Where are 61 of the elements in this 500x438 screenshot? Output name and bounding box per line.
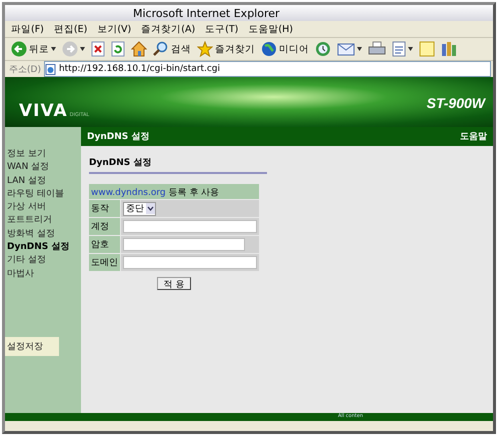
sidebar-item[interactable]: 기타 설정 — [5, 253, 81, 267]
password-field[interactable] — [123, 238, 245, 251]
globe-icon — [261, 41, 277, 57]
address-field[interactable]: http://192.168.10.1/cgi-bin/start.cgi — [44, 61, 491, 77]
apply-button[interactable]: 적 용 — [157, 277, 191, 290]
media-button[interactable]: 미디어 — [259, 39, 311, 59]
sidebar-item[interactable]: DynDNS 설정 — [5, 240, 81, 254]
menu-item[interactable]: 보기(V) — [97, 22, 132, 36]
section-title: DynDNS 설정 — [89, 156, 267, 174]
page-icon — [44, 64, 56, 74]
refresh-button[interactable] — [109, 39, 127, 59]
sidebar-item[interactable]: 가상 서버 — [5, 200, 81, 214]
envelope-icon — [337, 41, 355, 57]
address-label: 주소(D) — [9, 64, 41, 76]
document-icon — [392, 41, 406, 57]
field-label: 암호 — [89, 236, 120, 253]
input-field[interactable] — [123, 220, 257, 233]
model-name: ST-900W — [426, 95, 485, 111]
sidebar-item[interactable]: 마법사 — [5, 266, 81, 280]
logo: VIVA — [19, 101, 68, 121]
sidebar-item[interactable]: LAN 설정 — [5, 174, 81, 187]
home-icon — [131, 41, 147, 57]
favorites-button[interactable]: 즐겨찾기 — [195, 39, 257, 59]
sidebar-item[interactable]: 정보 보기 — [5, 147, 81, 160]
page-title: DynDNS 설정 — [87, 131, 150, 143]
notice-text: www.dyndns.org 등록 후 사용 — [89, 184, 259, 199]
books-icon — [441, 41, 457, 57]
star-icon — [197, 41, 213, 57]
input-field[interactable] — [123, 256, 257, 269]
note-icon — [419, 41, 435, 57]
save-settings-button[interactable]: 설정저장 — [5, 336, 59, 356]
note-button[interactable] — [417, 39, 437, 59]
action-select[interactable]: 중단 — [123, 202, 156, 216]
printer-icon — [368, 41, 386, 57]
sidebar-item[interactable]: 라우팅 테이블 — [5, 186, 81, 200]
field-label: 도메인 — [89, 254, 120, 271]
home-button[interactable] — [129, 39, 149, 59]
field-label: 계정 — [89, 218, 120, 235]
menu-item[interactable]: 도구(T) — [205, 22, 238, 36]
history-button[interactable] — [313, 39, 333, 59]
menu-item[interactable]: 편집(E) — [54, 22, 88, 36]
dyndns-link[interactable]: www.dyndns.org — [91, 188, 166, 198]
window-title: Microsoft Internet Explorer — [133, 6, 280, 20]
history-icon — [315, 41, 331, 57]
menu-item[interactable]: 즐겨찾기(A) — [141, 22, 196, 36]
refresh-icon — [111, 41, 125, 57]
messenger-button[interactable] — [439, 39, 459, 59]
help-link[interactable]: 도움말 — [460, 130, 487, 143]
edit-button[interactable] — [390, 39, 415, 59]
menu-item[interactable]: 도움말(H) — [248, 22, 293, 36]
caret-icon — [146, 203, 155, 214]
search-icon — [153, 41, 169, 57]
sidebar-item[interactable]: 포트트리거 — [5, 213, 81, 227]
field-label: 동작 — [89, 200, 120, 217]
back-button[interactable]: 뒤로 — [9, 39, 58, 59]
sidebar-item[interactable]: WAN 설정 — [5, 160, 81, 174]
search-button[interactable]: 검색 — [151, 39, 193, 59]
stop-icon — [91, 41, 105, 57]
menu-item[interactable]: 파일(F) — [11, 22, 44, 36]
sidebar-item[interactable]: 방화벽 설정 — [5, 226, 81, 240]
stop-button[interactable] — [89, 39, 107, 59]
